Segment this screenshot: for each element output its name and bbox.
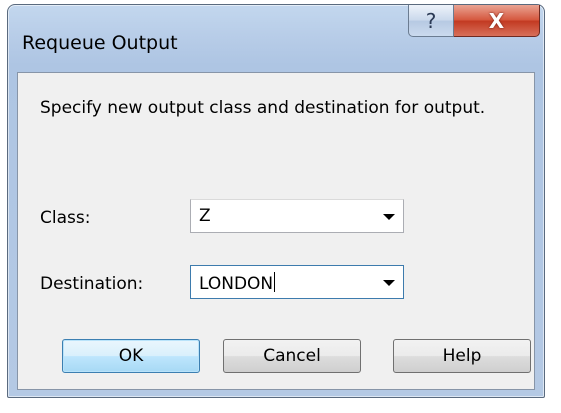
close-icon: X [488, 8, 505, 33]
requeue-output-dialog: Requeue Output ? X Specify new output cl… [7, 4, 545, 398]
destination-combobox[interactable]: LONDON [190, 265, 404, 299]
title-close-button[interactable]: X [454, 5, 540, 37]
class-value: Z [199, 206, 211, 226]
caption-buttons: ? X [408, 5, 540, 39]
title-help-button[interactable]: ? [408, 5, 454, 37]
destination-value-text: LONDON [199, 274, 274, 294]
class-label: Class: [40, 208, 91, 228]
dialog-body: Specify new output class and destination… [17, 72, 535, 390]
dialog-title: Requeue Output [22, 32, 178, 54]
instruction-text: Specify new output class and destination… [40, 98, 486, 118]
help-button[interactable]: Help [393, 339, 531, 373]
destination-label: Destination: [40, 274, 144, 294]
help-icon: ? [425, 8, 437, 33]
chevron-down-icon[interactable] [383, 214, 395, 220]
chevron-down-icon[interactable] [383, 280, 395, 286]
text-caret [274, 272, 276, 292]
class-combobox[interactable]: Z [190, 199, 404, 233]
destination-value[interactable]: LONDON [199, 272, 276, 294]
ok-button[interactable]: OK [62, 339, 200, 373]
title-bar[interactable]: Requeue Output ? X [8, 5, 544, 73]
cancel-button[interactable]: Cancel [223, 339, 361, 373]
